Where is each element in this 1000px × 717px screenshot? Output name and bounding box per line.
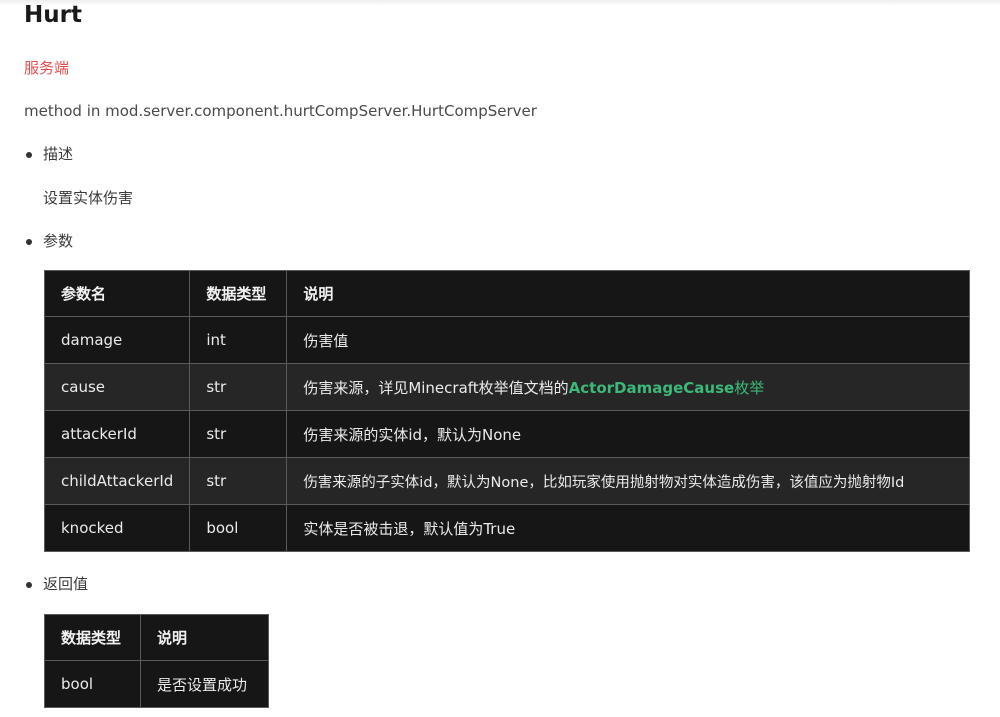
param-desc: 伤害来源，详见Minecraft枚举值文档的ActorDamageCause枚举 xyxy=(286,363,970,411)
param-desc: 伤害来源的实体id，默认为None xyxy=(286,410,970,458)
param-name: childAttackerId xyxy=(43,457,191,505)
table-row: damage int 伤害值 xyxy=(43,316,970,364)
params-table: 参数名 数据类型 说明 damage int 伤害值 cause str 伤害来… xyxy=(43,270,970,552)
top-shadow xyxy=(0,0,1000,6)
table-row: attackerId str 伤害来源的实体id，默认为None xyxy=(43,410,970,458)
table-row: childAttackerId str 伤害来源的子实体id，默认为None，比… xyxy=(43,457,970,505)
header-param-name: 参数名 xyxy=(43,270,191,317)
table-row: bool 是否设置成功 xyxy=(44,660,269,708)
page-title: Hurt xyxy=(24,2,82,28)
return-desc: 是否设置成功 xyxy=(140,660,269,708)
param-name: damage xyxy=(43,316,191,364)
param-type: str xyxy=(189,363,288,411)
param-type: str xyxy=(189,410,288,458)
actor-damage-cause-link[interactable]: ActorDamageCause xyxy=(569,379,735,397)
param-type: int xyxy=(189,316,288,364)
param-desc: 伤害值 xyxy=(286,316,970,364)
param-name: knocked xyxy=(43,504,191,552)
method-path: method in mod.server.component.hurtCompS… xyxy=(24,102,537,120)
table-row: knocked bool 实体是否被击退，默认值为True xyxy=(43,504,970,552)
param-desc-prefix: 伤害来源，详见Minecraft枚举值文档的 xyxy=(303,378,569,397)
bullet-icon xyxy=(26,152,32,158)
return-label: 返回值 xyxy=(43,575,89,593)
header-description: 说明 xyxy=(286,270,970,317)
table-row: cause str 伤害来源，详见Minecraft枚举值文档的ActorDam… xyxy=(43,363,970,411)
param-type: bool xyxy=(189,504,288,552)
param-desc: 伤害来源的子实体id，默认为None，比如玩家使用抛射物对实体造成伤害，该值应为… xyxy=(286,457,970,505)
return-type: bool xyxy=(44,660,141,708)
header-data-type: 数据类型 xyxy=(189,270,288,317)
bullet-icon xyxy=(26,239,32,245)
side-tag: 服务端 xyxy=(24,59,70,77)
return-table: 数据类型 说明 bool 是否设置成功 xyxy=(44,614,269,708)
param-type: str xyxy=(189,457,288,505)
table-header-row: 数据类型 说明 xyxy=(44,614,269,661)
header-data-type: 数据类型 xyxy=(44,614,141,661)
description-label: 描述 xyxy=(43,145,74,163)
param-name: cause xyxy=(43,363,191,411)
params-label: 参数 xyxy=(43,232,74,250)
table-header-row: 参数名 数据类型 说明 xyxy=(43,270,970,317)
header-description: 说明 xyxy=(140,614,269,661)
param-desc: 实体是否被击退，默认值为True xyxy=(286,504,970,552)
description-text: 设置实体伤害 xyxy=(43,189,134,207)
param-desc-suffix[interactable]: 枚举 xyxy=(734,379,764,397)
bullet-icon xyxy=(26,582,32,588)
param-name: attackerId xyxy=(43,410,191,458)
